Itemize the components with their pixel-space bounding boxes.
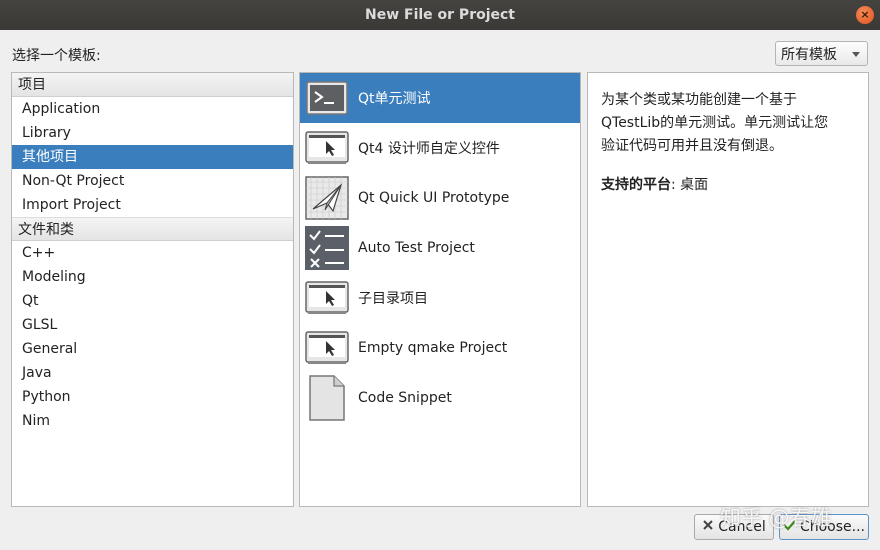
description-text: 为某个类或某功能创建一个基于 QTestLib的单元测试。单元测试让您 验证代码… (601, 89, 855, 158)
choose-label: Choose... (799, 519, 866, 535)
monitor-cursor-icon (304, 125, 350, 171)
template-label: Empty qmake Project (358, 340, 508, 356)
template-label: 子目录项目 (358, 291, 428, 307)
document-icon (304, 375, 350, 421)
category-item-java[interactable]: Java (12, 361, 293, 385)
category-group-files-classes[interactable]: 文件和类 (12, 217, 293, 241)
template-label: 选择一个模板: (12, 48, 101, 64)
supported-platforms: 支持的平台: 桌面 (601, 174, 855, 197)
monitor-cursor-icon (304, 275, 350, 321)
description-line: QTestLib的单元测试。单元测试让您 (601, 115, 829, 131)
window-title: New File or Project (364, 7, 515, 23)
category-item-import-project[interactable]: Import Project (12, 193, 293, 217)
category-item-application[interactable]: Application (12, 97, 293, 121)
category-item-other-projects[interactable]: 其他项目 (12, 145, 293, 169)
template-filter-select[interactable]: 所有模板 (775, 41, 868, 66)
close-button[interactable]: × (856, 6, 874, 24)
template-label: Qt4 设计师自定义控件 (358, 141, 500, 157)
template-label: Qt单元测试 (358, 91, 431, 107)
category-item-qt[interactable]: Qt (12, 289, 293, 313)
chevron-down-icon (852, 52, 860, 57)
terminal-icon (304, 75, 350, 121)
category-item-nim[interactable]: Nim (12, 409, 293, 433)
category-item-python[interactable]: Python (12, 385, 293, 409)
description-line: 为某个类或某功能创建一个基于 (601, 92, 797, 108)
template-item-subdirs-project[interactable]: 子目录项目 (300, 273, 580, 323)
category-list[interactable]: 项目 Application Library 其他项目 Non-Qt Proje… (11, 72, 294, 507)
template-item-qt-unit-test[interactable]: Qt单元测试 (300, 73, 580, 123)
category-item-general[interactable]: General (12, 337, 293, 361)
checkmark-icon (783, 519, 796, 535)
category-item-modeling[interactable]: Modeling (12, 265, 293, 289)
category-item-glsl[interactable]: GLSL (12, 313, 293, 337)
monitor-cursor-icon (304, 325, 350, 371)
cancel-icon (702, 519, 714, 535)
description-line: 验证代码可用并且没有倒退。 (601, 138, 783, 154)
close-icon: × (860, 8, 870, 21)
template-list[interactable]: Qt单元测试 Qt4 设计师自定义控件 Qt Quick UI Prototyp… (299, 72, 581, 507)
checklist-icon (304, 225, 350, 271)
category-item-cpp[interactable]: C++ (12, 241, 293, 265)
template-item-code-snippet[interactable]: Code Snippet (300, 373, 580, 423)
category-group-projects[interactable]: 项目 (12, 73, 293, 97)
platform-label: 支持的平台 (601, 177, 671, 193)
cancel-button[interactable]: Cancel (694, 514, 774, 540)
cancel-label: Cancel (718, 519, 766, 535)
template-label: Auto Test Project (358, 240, 475, 256)
template-item-auto-test-project[interactable]: Auto Test Project (300, 223, 580, 273)
choose-button[interactable]: Choose... (779, 514, 869, 540)
template-label: Code Snippet (358, 390, 452, 406)
title-bar: New File or Project × (0, 0, 880, 30)
template-item-qt4-designer-widget[interactable]: Qt4 设计师自定义控件 (300, 123, 580, 173)
category-item-library[interactable]: Library (12, 121, 293, 145)
filter-value: 所有模板 (781, 46, 837, 63)
template-item-empty-qmake-project[interactable]: Empty qmake Project (300, 323, 580, 373)
description-panel: 为某个类或某功能创建一个基于 QTestLib的单元测试。单元测试让您 验证代码… (587, 72, 869, 507)
category-item-non-qt-project[interactable]: Non-Qt Project (12, 169, 293, 193)
template-item-qt-quick-ui-prototype[interactable]: Qt Quick UI Prototype (300, 173, 580, 223)
paper-plane-icon (304, 175, 350, 221)
template-label: Qt Quick UI Prototype (358, 190, 510, 206)
platform-value: : 桌面 (671, 177, 709, 193)
